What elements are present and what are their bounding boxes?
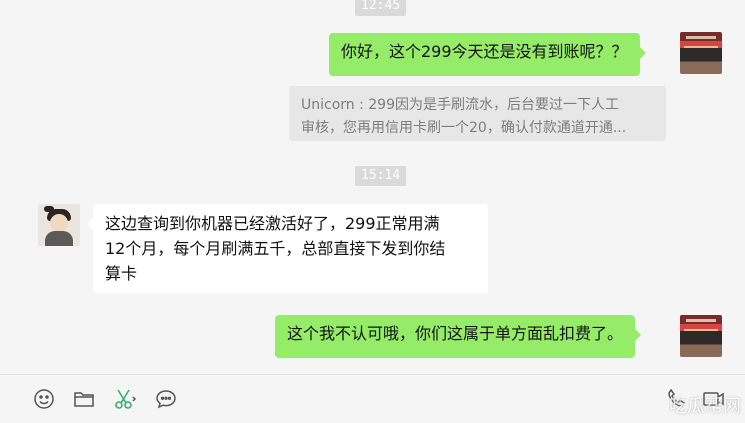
folder-icon[interactable]	[72, 387, 96, 411]
message-bubble-self[interactable]: 这个我不认可哦，你们这属于单方面乱扣费了。	[275, 315, 642, 358]
input-toolbar	[0, 374, 745, 423]
message-line: 这边查询到你机器已经激活好了，299正常用满	[105, 214, 440, 233]
quoted-message[interactable]: Unicorn : 299因为是手刷流水，后台要过一下人工 审核，您再用信用卡刷…	[289, 86, 666, 141]
message-line: 算卡	[105, 264, 138, 283]
chat-area: 12:45 你好，这个299今天还是没有到账呢？？ Unicorn : 299因…	[0, 0, 745, 374]
scissors-icon[interactable]	[112, 387, 136, 411]
quote-line: 审核，您再用信用卡刷一个20，确认付款通道开通...	[301, 120, 627, 136]
quote-line: Unicorn : 299因为是手刷流水，后台要过一下人工	[301, 97, 619, 113]
timestamp: 15:14	[355, 166, 407, 186]
message-line: 12个月，每个月刷满五千，总部直接下发到你结	[105, 239, 446, 258]
watermark-text: 吃瓜帮网	[669, 396, 741, 417]
chat-bubble-icon[interactable]	[154, 387, 178, 411]
avatar-self[interactable]	[680, 315, 722, 357]
avatar-self[interactable]	[680, 32, 722, 74]
message-bubble-contact[interactable]: 这边查询到你机器已经激活好了，299正常用满 12个月，每个月刷满五千，总部直接…	[87, 204, 488, 293]
avatar-contact[interactable]	[38, 204, 80, 246]
timestamp: 12:45	[355, 0, 407, 16]
message-bubble-self[interactable]: 你好，这个299今天还是没有到账呢？？	[329, 33, 646, 76]
emoji-icon[interactable]	[32, 387, 56, 411]
